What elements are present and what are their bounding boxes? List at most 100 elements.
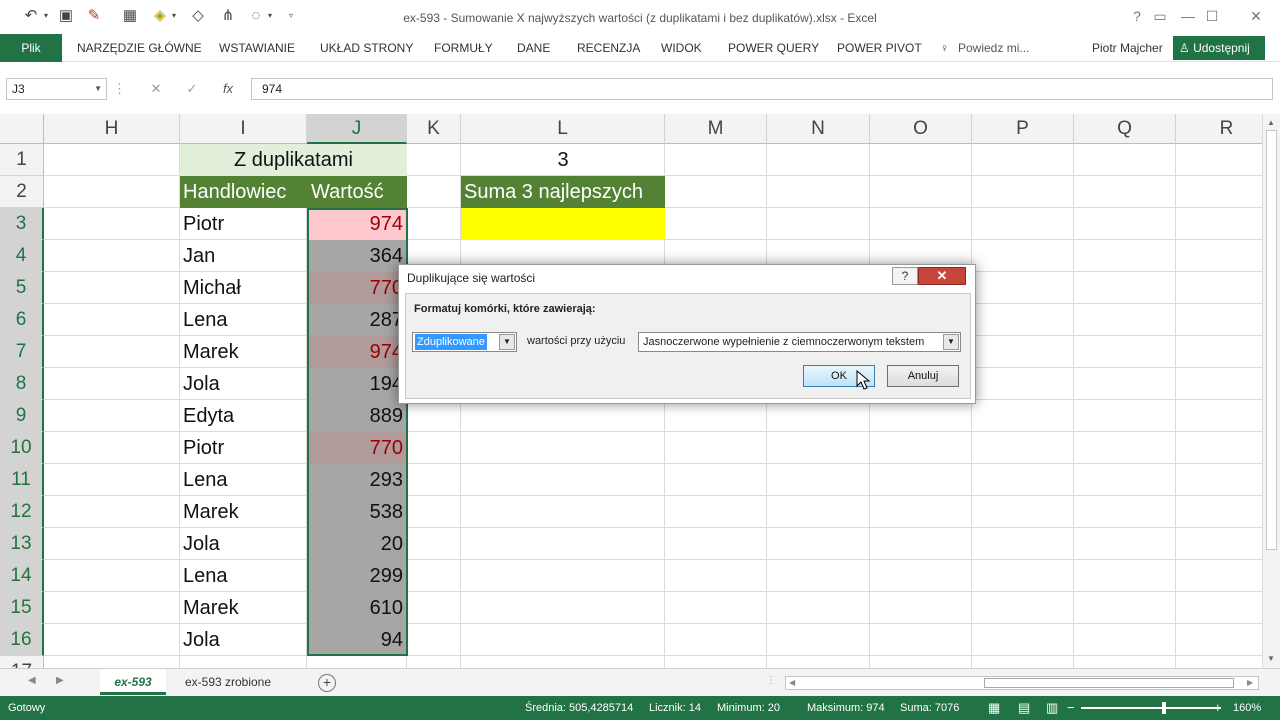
cell-value[interactable]: 974 (307, 208, 407, 240)
confirm-icon[interactable]: ✓ (180, 78, 204, 100)
cell-salesperson[interactable]: Piotr (180, 208, 307, 240)
zoom-slider-handle[interactable] (1162, 702, 1166, 714)
column-header-q[interactable]: Q (1074, 114, 1176, 144)
cell-value[interactable]: 770 (307, 432, 407, 464)
formula-input[interactable]: 974 (251, 78, 1273, 100)
cell-value[interactable]: 538 (307, 496, 407, 528)
header-salesperson[interactable]: Handlowiec (180, 176, 307, 208)
prev-sheet-icon[interactable]: ◀ (28, 675, 36, 686)
cancel-icon[interactable]: ✕ (144, 78, 168, 100)
cell-salesperson[interactable]: Jola (180, 624, 307, 656)
row-header-12[interactable]: 12 (0, 496, 44, 528)
cell-i1-label[interactable]: Z duplikatami (180, 144, 407, 176)
cell-value[interactable]: 293 (307, 464, 407, 496)
row-header-14[interactable]: 14 (0, 560, 44, 592)
row-header-1[interactable]: 1 (0, 144, 44, 176)
add-sheet-button[interactable]: + (318, 674, 336, 692)
header-top3-sum[interactable]: Suma 3 najlepszych (461, 176, 665, 208)
cell-salesperson[interactable]: Jan (180, 240, 307, 272)
header-value[interactable]: Wartość (307, 176, 407, 208)
row-header-2[interactable]: 2 (0, 176, 44, 208)
tab-power-pivot[interactable]: POWER PIVOT (837, 34, 922, 62)
row-header-6[interactable]: 6 (0, 304, 44, 336)
zoom-slider[interactable] (1081, 707, 1221, 709)
zoom-in-icon[interactable]: + (1214, 696, 1222, 720)
sheet-tab-active[interactable]: ex-593 (100, 669, 166, 695)
cell-l3-result[interactable] (461, 208, 665, 240)
cell-salesperson[interactable]: Marek (180, 336, 307, 368)
scroll-up-icon[interactable]: ▲ (1267, 118, 1275, 127)
column-header-r[interactable]: R (1176, 114, 1262, 144)
cell-l1-count[interactable]: 3 (461, 144, 665, 176)
cell-salesperson[interactable]: Marek (180, 592, 307, 624)
minimize-icon[interactable]: — (1176, 6, 1200, 26)
tab-data[interactable]: DANE (517, 34, 550, 62)
column-header-i[interactable]: I (180, 114, 307, 144)
maximize-icon[interactable]: ☐ (1200, 6, 1224, 26)
row-header-10[interactable]: 10 (0, 432, 44, 464)
cell-salesperson[interactable]: Edyta (180, 400, 307, 432)
row-header-8[interactable]: 8 (0, 368, 44, 400)
column-header-p[interactable]: P (972, 114, 1074, 144)
tell-me-search[interactable]: Powiedz mi... (958, 34, 1029, 62)
horizontal-scrollbar[interactable]: ◀ ▶ (785, 676, 1259, 690)
normal-view-icon[interactable]: ▦ (988, 696, 1000, 720)
page-layout-view-icon[interactable]: ▤ (1018, 696, 1030, 720)
cell-value[interactable]: 94 (307, 624, 407, 656)
column-header-h[interactable]: H (44, 114, 180, 144)
sheet-tab-done[interactable]: ex-593 zrobione (172, 669, 284, 695)
scroll-left-icon[interactable]: ◀ (789, 678, 795, 687)
cell-salesperson[interactable]: Jola (180, 368, 307, 400)
help-icon[interactable]: ? (1125, 6, 1149, 26)
cell-salesperson[interactable]: Jola (180, 528, 307, 560)
tab-page-layout[interactable]: UKŁAD STRONY (320, 34, 413, 62)
tab-review[interactable]: RECENZJA (577, 34, 640, 62)
cancel-button[interactable]: Anuluj (887, 365, 959, 387)
cell-value[interactable]: 974 (307, 336, 407, 368)
name-box[interactable]: J3 ▼ (6, 78, 107, 100)
zoom-out-icon[interactable]: − (1067, 696, 1075, 720)
vertical-scroll-thumb[interactable] (1266, 130, 1277, 550)
column-header-o[interactable]: O (870, 114, 972, 144)
dialog-help-button[interactable]: ? (892, 267, 918, 285)
duplicate-type-select[interactable]: Zduplikowane ▼ (412, 332, 517, 352)
cell-salesperson[interactable]: Piotr (180, 432, 307, 464)
row-header-9[interactable]: 9 (0, 400, 44, 432)
column-header-k[interactable]: K (407, 114, 461, 144)
tab-insert[interactable]: WSTAWIANIE (219, 34, 295, 62)
scroll-right-icon[interactable]: ▶ (1247, 678, 1253, 687)
row-header-17[interactable]: 17 (0, 656, 44, 668)
dialog-close-button[interactable]: ✕ (918, 267, 966, 285)
cell-value[interactable]: 364 (307, 240, 407, 272)
cell-value[interactable]: 889 (307, 400, 407, 432)
row-header-4[interactable]: 4 (0, 240, 44, 272)
cell-salesperson[interactable]: Lena (180, 304, 307, 336)
chevron-down-icon[interactable]: ▼ (943, 334, 959, 350)
row-header-15[interactable]: 15 (0, 592, 44, 624)
next-sheet-icon[interactable]: ▶ (56, 675, 64, 686)
ribbon-options-icon[interactable]: ▭ (1148, 6, 1172, 26)
cell-value[interactable]: 287 (307, 304, 407, 336)
cell-salesperson[interactable]: Lena (180, 560, 307, 592)
column-header-n[interactable]: N (767, 114, 870, 144)
tab-view[interactable]: WIDOK (661, 34, 702, 62)
row-header-11[interactable]: 11 (0, 464, 44, 496)
column-header-j[interactable]: J (307, 114, 407, 144)
scroll-down-icon[interactable]: ▼ (1267, 654, 1275, 663)
cell-value[interactable]: 20 (307, 528, 407, 560)
horizontal-scroll-thumb[interactable] (984, 678, 1234, 688)
function-icon[interactable]: fx (216, 78, 240, 100)
vertical-scrollbar[interactable]: ▲ ▼ (1262, 114, 1280, 668)
chevron-down-icon[interactable]: ▼ (94, 79, 102, 99)
cell-salesperson[interactable]: Lena (180, 464, 307, 496)
share-button[interactable]: ♙ Udostępnij (1173, 36, 1265, 60)
row-header-3[interactable]: 3 (0, 208, 44, 240)
tab-power-query[interactable]: POWER QUERY (728, 34, 819, 62)
chevron-down-icon[interactable]: ▼ (499, 334, 515, 350)
tab-formulas[interactable]: FORMUŁY (434, 34, 493, 62)
row-header-7[interactable]: 7 (0, 336, 44, 368)
cell-value[interactable]: 194 (307, 368, 407, 400)
page-break-view-icon[interactable]: ▥ (1046, 696, 1058, 720)
select-all-corner[interactable] (0, 114, 44, 144)
cell-value[interactable]: 299 (307, 560, 407, 592)
